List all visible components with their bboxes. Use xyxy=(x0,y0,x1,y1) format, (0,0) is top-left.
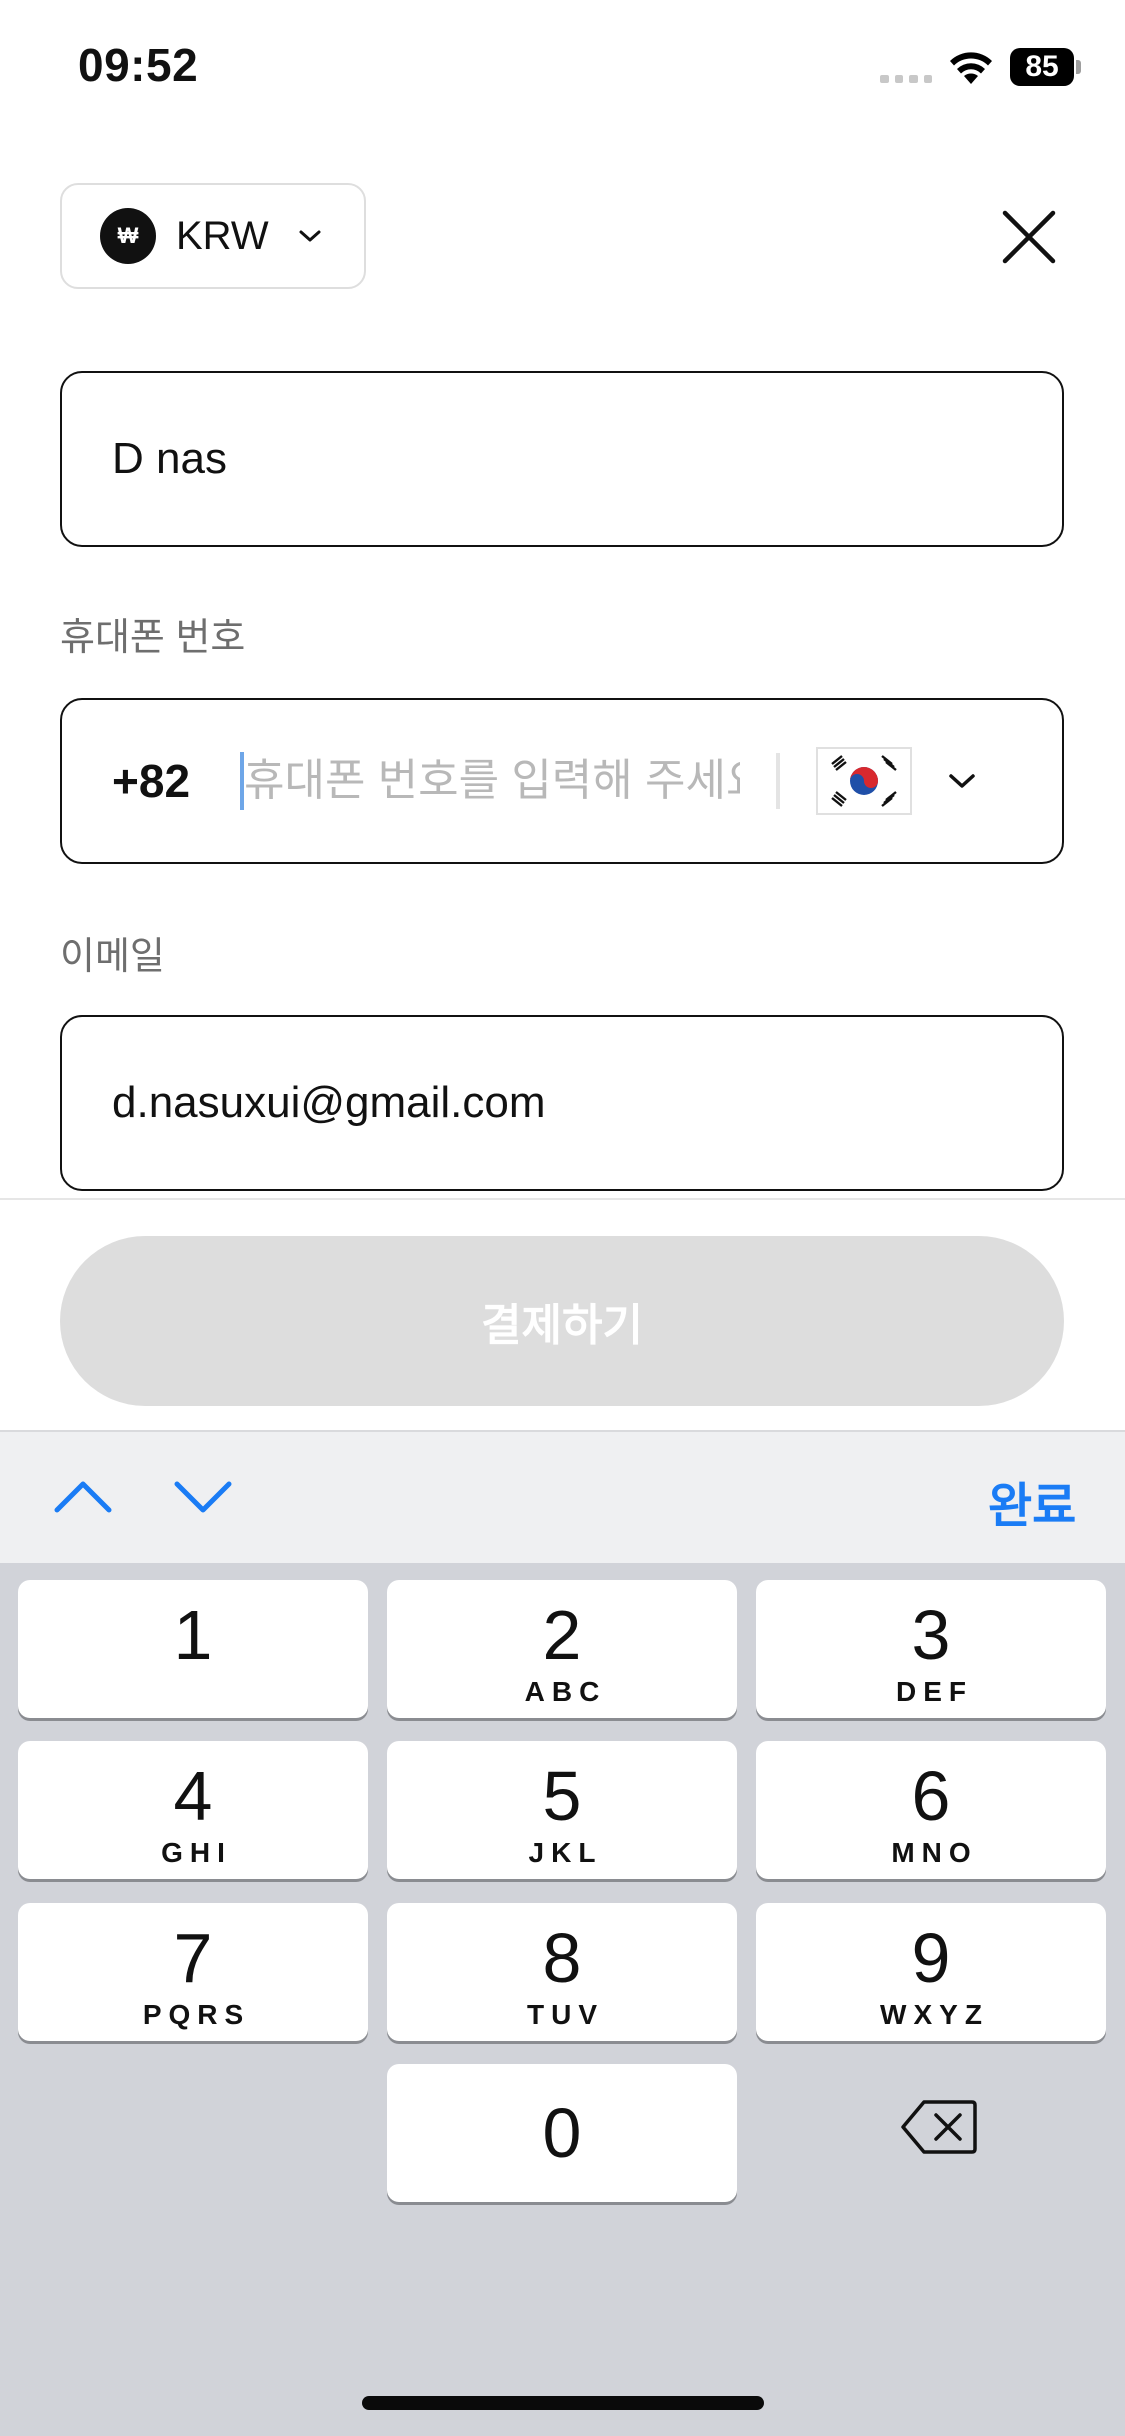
key-1[interactable]: 1 xyxy=(18,1580,368,1718)
battery-icon: 85 xyxy=(1010,48,1074,86)
home-indicator xyxy=(362,2396,764,2410)
done-button[interactable]: 완료 xyxy=(988,1466,1076,1536)
chevron-down-icon[interactable] xyxy=(172,1480,234,1516)
name-value: D nas xyxy=(112,434,227,483)
country-selector[interactable] xyxy=(816,747,912,815)
key-letters: TUV xyxy=(527,1999,604,2030)
key-8[interactable]: 8 TUV xyxy=(387,1903,737,2041)
key-digit: 1 xyxy=(173,1596,213,1674)
chevron-up-icon[interactable] xyxy=(52,1478,114,1514)
key-letters: ABC xyxy=(524,1676,607,1707)
pay-button[interactable]: 결제하기 xyxy=(60,1236,1064,1406)
south-korea-flag-icon xyxy=(822,752,906,810)
key-digit: 4 xyxy=(173,1757,213,1835)
text-cursor xyxy=(240,752,244,810)
chevron-down-icon xyxy=(299,230,321,242)
key-digit: 0 xyxy=(542,2094,582,2172)
divider xyxy=(776,753,780,809)
name-field[interactable]: D nas xyxy=(60,371,1064,547)
currency-code: KRW xyxy=(176,213,269,258)
cellular-signal-icon xyxy=(880,75,932,83)
key-digit: 6 xyxy=(911,1757,951,1835)
phone-label: 휴대폰 번호 xyxy=(60,617,246,659)
email-label: 이메일 xyxy=(60,936,165,978)
key-letters: WXYZ xyxy=(880,1999,989,2030)
currency-selector[interactable]: ₩ KRW xyxy=(60,183,366,289)
key-digit: 7 xyxy=(173,1919,213,1997)
won-currency-icon: ₩ xyxy=(100,208,156,264)
backspace-icon[interactable] xyxy=(900,2098,978,2156)
key-5[interactable]: 5 JKL xyxy=(387,1741,737,1879)
status-time: 09:52 xyxy=(78,39,199,91)
key-letters: DEF xyxy=(896,1676,973,1707)
dial-code: +82 xyxy=(112,755,191,807)
chevron-down-icon[interactable] xyxy=(948,772,976,790)
close-icon[interactable] xyxy=(1000,208,1058,266)
key-letters: MNO xyxy=(891,1837,978,1868)
key-digit: 5 xyxy=(542,1757,582,1835)
key-2[interactable]: 2 ABC xyxy=(387,1580,737,1718)
key-4[interactable]: 4 GHI xyxy=(18,1741,368,1879)
battery-tip xyxy=(1076,60,1081,74)
wifi-icon xyxy=(950,52,992,84)
key-9[interactable]: 9 WXYZ xyxy=(756,1903,1106,2041)
key-3[interactable]: 3 DEF xyxy=(756,1580,1106,1718)
email-field[interactable]: d.nasuxui@gmail.com xyxy=(60,1015,1064,1191)
key-digit: 2 xyxy=(542,1596,582,1674)
key-7[interactable]: 7 PQRS xyxy=(18,1903,368,2041)
email-value: d.nasuxui@gmail.com xyxy=(112,1078,546,1127)
keyboard-accessory-bar xyxy=(0,1430,1125,1565)
key-6[interactable]: 6 MNO xyxy=(756,1741,1106,1879)
key-digit: 8 xyxy=(542,1919,582,1997)
phone-input[interactable] xyxy=(244,756,740,806)
key-0[interactable]: 0 xyxy=(387,2064,737,2202)
key-digit: 3 xyxy=(911,1596,951,1674)
key-letters: JKL xyxy=(528,1837,603,1868)
bottom-sheet-divider xyxy=(0,1198,1125,1200)
phone-field[interactable]: +82 xyxy=(60,698,1064,864)
key-letters: PQRS xyxy=(142,1999,251,2030)
key-digit: 9 xyxy=(911,1919,951,1997)
key-letters: GHI xyxy=(161,1837,232,1868)
